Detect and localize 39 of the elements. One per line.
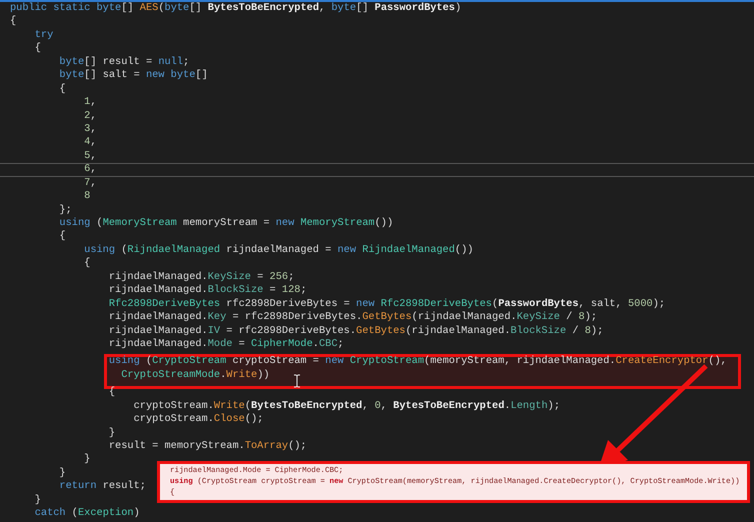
code-line: try (34, 28, 54, 42)
code-line: rijndaelManaged.KeySize = 256; (108, 270, 294, 284)
code-line: }; (58, 204, 72, 217)
text-cursor-icon (293, 374, 301, 388)
code-line: 1, (83, 96, 97, 110)
code-line: rijndaelManaged.BlockSize = 128; (108, 284, 307, 298)
code-line: } (83, 453, 90, 467)
code-line: { (58, 230, 66, 244)
code-line: rijndaelManaged.Mode = CipherMode.CBC; (108, 338, 344, 352)
code-line: cryptoStream.Write(BytesToBeEncrypted, 0, BytesToBeEncrypted.Length); (132, 400, 560, 414)
code-line: { (108, 386, 116, 400)
code-line: cryptoStream.Close(); (132, 413, 264, 427)
code-line: using (CryptoStream cryptoStream = new CryptoStream(memoryStream, rijndaelManaged.CreateEncryptor(), (108, 355, 727, 369)
code-line: 6, (83, 164, 97, 176)
code-line: { (10, 15, 16, 29)
code-line: 4, (83, 136, 97, 150)
code-line: { (58, 82, 66, 96)
code-line: 8 (83, 190, 90, 204)
code-line: 3, (83, 122, 97, 136)
code-line: result = memoryStream.ToArray(); (108, 440, 307, 454)
code-line: Rfc2898DeriveBytes rfc2898DeriveBytes = new Rfc2898DeriveBytes(PasswordBytes, salt, 5000); (108, 298, 666, 312)
code-line: byte[] salt = new byte[] (58, 69, 208, 83)
code-line: rijndaelManaged.Key = rfc2898DeriveBytes.GetBytes(rijndaelManaged.KeySize / 8); (108, 311, 598, 324)
code-line: using (RijndaelManaged rijndaelManaged = new RijndaelManaged()) (83, 244, 474, 258)
code-line: } (58, 466, 66, 480)
code-line: catch (Exception) (34, 507, 140, 521)
code-line: } (108, 426, 116, 440)
code-line: { (83, 257, 90, 271)
code-line: return result; (58, 480, 146, 494)
code-line: 5, (83, 150, 97, 164)
code-line: byte[] result = null; (58, 56, 190, 70)
code-line: using (MemoryStream memoryStream = new MemoryStream()) (58, 217, 394, 230)
code-line: 2, (83, 110, 97, 123)
code-line: CryptoStreamMode.Write)) (120, 368, 270, 382)
code-line: 7, (83, 176, 97, 190)
code-line: rijndaelManaged.IV = rfc2898DeriveBytes.GetBytes(rijndaelManaged.BlockSize / 8); (108, 324, 604, 338)
code-line: public static byte[] AES(byte[] BytesToBeEncrypted, byte[] PasswordBytes) (10, 2, 462, 16)
code-line: } (34, 494, 41, 508)
code-line: { (34, 42, 41, 56)
